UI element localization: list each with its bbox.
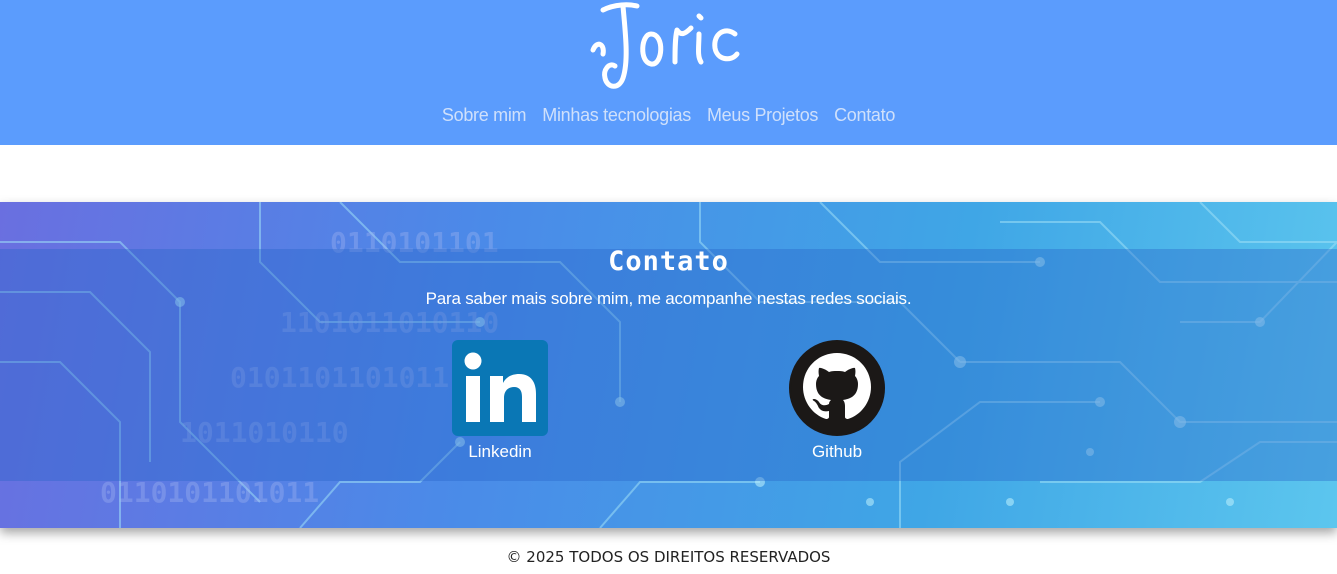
contact-section: 0110101101 1101011010110 0101101101011 1…	[0, 202, 1337, 528]
github-link[interactable]: Github	[762, 340, 912, 462]
linkedin-label: Linkedin	[468, 442, 532, 461]
site-header: Sobre mim Minhas tecnologias Meus Projet…	[0, 0, 1337, 145]
nav-link-meus-projetos[interactable]: Meus Projetos	[707, 103, 818, 127]
contact-title: Contato	[608, 246, 729, 277]
contact-overlay-band	[0, 249, 1337, 481]
joric-logo[interactable]	[585, 0, 745, 92]
main-nav: Sobre mim Minhas tecnologias Meus Projet…	[0, 103, 1337, 127]
linkedin-link[interactable]: Linkedin	[425, 340, 575, 462]
contact-description: Para saber mais sobre mim, me acompanhe …	[425, 289, 912, 308]
nav-link-minhas-tecnologias[interactable]: Minhas tecnologias	[542, 103, 691, 127]
linkedin-icon	[452, 340, 548, 436]
nav-link-contato[interactable]: Contato	[834, 103, 895, 127]
github-icon	[789, 340, 885, 436]
github-label: Github	[811, 442, 863, 461]
nav-link-sobre-mim[interactable]: Sobre mim	[442, 103, 527, 127]
footer-copyright: © 2025 TODOS OS DIREITOS RESERVADOS	[506, 548, 831, 566]
